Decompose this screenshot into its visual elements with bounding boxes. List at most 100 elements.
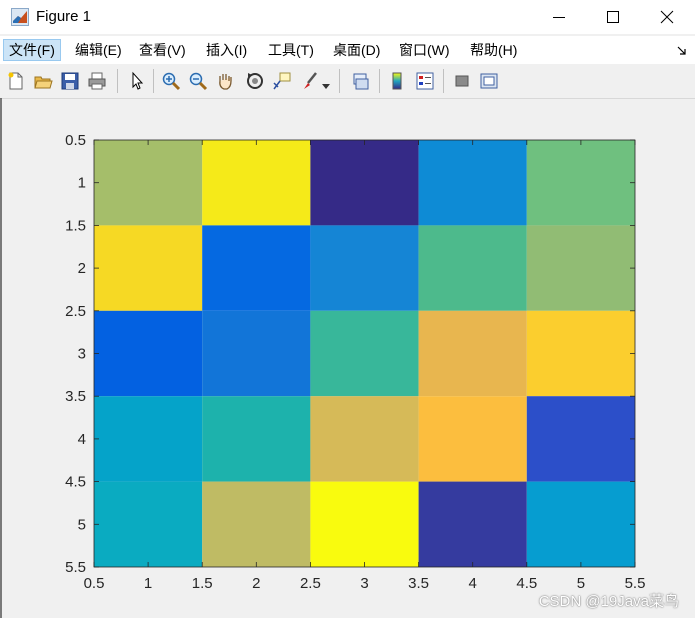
x-tick-label: 3.5 — [408, 575, 429, 592]
hide-plot-tools-icon — [455, 75, 469, 87]
toolbar-separator — [117, 69, 118, 93]
new-figure-icon — [8, 72, 23, 90]
heatmap-cell — [418, 310, 527, 397]
zoom-in-button[interactable] — [159, 69, 183, 93]
heatmap-cell — [94, 225, 203, 311]
dock-arrow-icon[interactable] — [676, 44, 688, 62]
new-figure-button[interactable] — [4, 69, 28, 93]
y-tick-label: 1 — [78, 175, 86, 192]
heatmap-cell — [94, 481, 203, 567]
insert-colorbar-button[interactable] — [385, 69, 409, 93]
pan-button[interactable] — [213, 69, 237, 93]
menu-view[interactable]: 查看(V) — [134, 39, 191, 61]
heatmap-cell — [202, 140, 311, 226]
hide-plot-tools-button[interactable] — [450, 69, 474, 93]
heatmap-cell — [310, 225, 419, 311]
print-button[interactable] — [85, 69, 109, 93]
y-tick-label: 0.5 — [65, 132, 86, 149]
toolbar-separator — [379, 69, 380, 93]
heatmap-cell — [94, 396, 203, 482]
link-plot-button[interactable] — [349, 69, 373, 93]
brush-icon — [304, 72, 317, 89]
heatmap-cell — [202, 481, 311, 567]
menu-window[interactable]: 窗口(W) — [394, 39, 455, 61]
heatmap-cell — [94, 310, 203, 397]
y-tick-label: 5.5 — [65, 559, 86, 576]
insert-colorbar-icon — [392, 72, 402, 90]
y-tick-label: 2.5 — [65, 303, 86, 320]
x-tick-label: 2 — [252, 575, 260, 592]
zoom-in-icon — [162, 72, 181, 91]
insert-legend-button[interactable] — [413, 69, 437, 93]
toolbar-separator — [153, 69, 154, 93]
x-tick-label: 4.5 — [516, 575, 537, 592]
matlab-icon — [11, 8, 29, 26]
minimize-button[interactable] — [533, 0, 587, 34]
print-icon — [88, 72, 106, 90]
save-button[interactable] — [58, 69, 82, 93]
heatmap-cell — [526, 481, 635, 567]
toolbar-separator — [339, 69, 340, 93]
menu-insert[interactable]: 插入(I) — [201, 39, 252, 61]
heatmap-cell — [526, 140, 635, 226]
maximize-button[interactable] — [587, 0, 641, 34]
watermark: CSDN @19Java菜鸟 — [538, 593, 679, 610]
show-plot-tools-icon — [480, 73, 498, 89]
rotate-3d-button[interactable] — [243, 69, 267, 93]
y-tick-label: 3.5 — [65, 388, 86, 405]
menu-tools[interactable]: 工具(T) — [263, 39, 319, 61]
open-file-button[interactable] — [31, 69, 55, 93]
data-cursor-button[interactable] — [270, 69, 294, 93]
y-tick-label: 1.5 — [65, 217, 86, 234]
x-tick-label: 4 — [469, 575, 477, 592]
y-tick-label: 4 — [78, 431, 86, 448]
open-file-icon — [34, 76, 53, 89]
figure-toolbar — [0, 64, 695, 99]
x-tick-label: 0.5 — [84, 575, 105, 592]
window-title: Figure 1 — [36, 8, 92, 25]
heatmap-cell — [310, 310, 419, 397]
x-tick-label: 1.5 — [192, 575, 213, 592]
heatmap-cell — [202, 310, 311, 397]
heatmap-axes[interactable]: 0.5 1 1.5 2 2.5 3 3.5 4 4.5 5 5.5 0.5 1 1.5 2 2.5 3 3.5 4… — [0, 98, 695, 618]
menu-bar: 文件(F) 编辑(E) 查看(V) 插入(I) 工具(T) 桌面(D) 窗口(W… — [0, 36, 695, 64]
y-tick-label: 5 — [78, 516, 86, 533]
heatmap-cell — [310, 140, 419, 226]
x-tick-label: 2.5 — [300, 575, 321, 592]
edit-plot-button[interactable] — [125, 69, 149, 93]
menu-desktop[interactable]: 桌面(D) — [328, 39, 385, 61]
heatmap-cell — [418, 225, 527, 311]
close-button[interactable] — [641, 0, 695, 34]
rotate-3d-icon — [247, 73, 263, 89]
heatmap-cell — [526, 225, 635, 311]
heatmap-cell — [310, 481, 419, 567]
insert-legend-icon — [416, 72, 434, 90]
menu-file[interactable]: 文件(F) — [3, 39, 61, 61]
heatmap-cell — [310, 396, 419, 482]
pan-icon — [219, 74, 232, 90]
brush-button[interactable] — [298, 69, 322, 93]
heatmap-cell — [526, 396, 635, 482]
y-tick-label: 3 — [78, 346, 86, 363]
y-tick-label: 4.5 — [65, 474, 86, 491]
minimize-icon — [553, 17, 565, 18]
x-tick-label: 3 — [360, 575, 368, 592]
show-plot-tools-button[interactable] — [477, 69, 501, 93]
edit-plot-icon — [132, 71, 144, 90]
heatmap-cell — [94, 140, 203, 226]
maximize-icon — [607, 11, 619, 23]
heatmap-cell — [526, 310, 635, 397]
heatmap-cell — [418, 140, 527, 226]
menu-help[interactable]: 帮助(H) — [465, 39, 522, 61]
heatmap-cell — [418, 481, 527, 567]
data-cursor-icon — [273, 72, 291, 90]
save-icon — [61, 72, 79, 90]
x-tick-label: 1 — [144, 575, 152, 592]
close-icon — [660, 10, 674, 24]
toolbar-separator — [443, 69, 444, 93]
zoom-out-button[interactable] — [186, 69, 210, 93]
brush-dropdown-icon[interactable] — [322, 77, 330, 95]
y-tick-label: 2 — [78, 260, 86, 277]
menu-edit[interactable]: 编辑(E) — [70, 39, 127, 61]
zoom-out-icon — [189, 72, 208, 91]
